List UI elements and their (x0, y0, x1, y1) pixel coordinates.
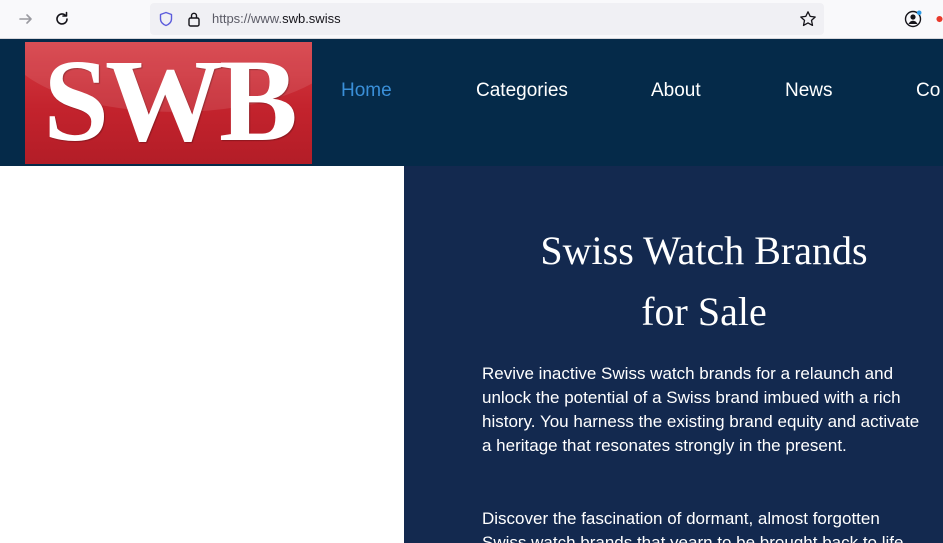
reload-button[interactable] (48, 5, 76, 33)
site-header: SWB Home Categories About News Co (0, 39, 943, 166)
nav-contact[interactable]: Co (916, 80, 940, 102)
hero-title: Swiss Watch Brands for Sale (404, 220, 943, 342)
hero-title-line1: Swiss Watch Brands (540, 228, 868, 273)
extension-icon[interactable] (936, 10, 943, 28)
tracking-shield-icon[interactable] (156, 9, 176, 29)
browser-toolbar: https://www.swb.swiss (0, 0, 943, 39)
url-prefix: https://www. (212, 11, 283, 26)
url-text[interactable]: https://www.swb.swiss (212, 11, 341, 26)
nav-news[interactable]: News (785, 80, 833, 102)
left-image-area (0, 166, 404, 543)
nav-about[interactable]: About (651, 80, 701, 102)
forward-button[interactable] (12, 5, 40, 33)
hero-title-line2: for Sale (641, 289, 767, 334)
arrow-right-icon (19, 14, 32, 24)
reload-icon (56, 11, 68, 25)
url-host: swb.swiss (282, 11, 341, 26)
bookmark-star-icon[interactable] (798, 9, 818, 29)
nav-categories[interactable]: Categories (476, 80, 568, 102)
account-icon[interactable] (903, 9, 923, 29)
hero-paragraph-2: Discover the fascination of dormant, alm… (482, 509, 909, 543)
address-bar[interactable]: https://www.swb.swiss (150, 3, 824, 35)
nav-home[interactable]: Home (341, 80, 392, 102)
main-nav: Home Categories About News Co (0, 39, 943, 166)
hero-section: Swiss Watch Brands for Sale Revive inact… (404, 166, 943, 543)
lock-icon[interactable] (184, 9, 204, 29)
hero-paragraph-1: Revive inactive Swiss watch brands for a… (482, 364, 920, 455)
